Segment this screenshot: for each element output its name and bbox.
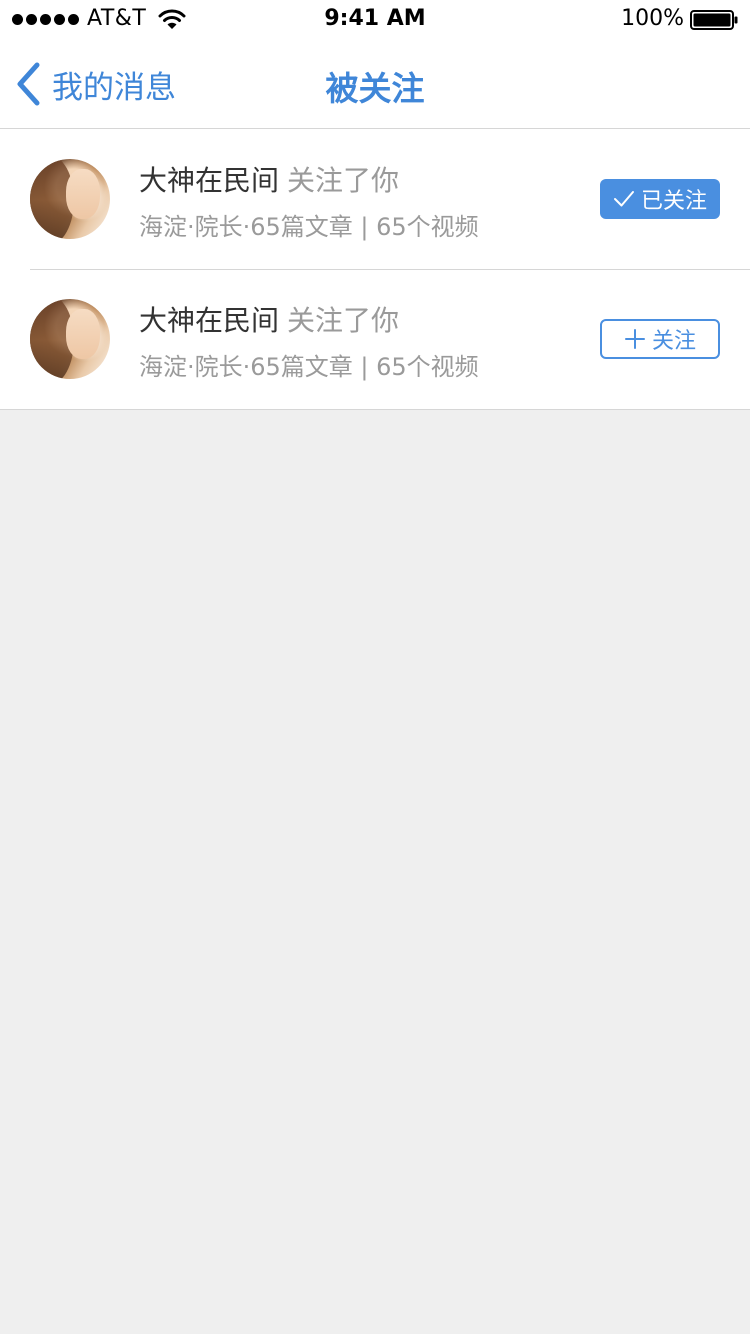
action-text: 关注了你	[287, 304, 400, 337]
user-name[interactable]: 大神在民间	[139, 304, 279, 337]
plus-icon	[624, 329, 645, 349]
user-meta: 海淀·院长·65篇文章 | 65个视频	[139, 353, 479, 381]
user-meta: 海淀·院长·65篇文章 | 65个视频	[139, 213, 479, 241]
user-name[interactable]: 大神在民间	[139, 164, 279, 197]
follow-button[interactable]: 关注	[600, 319, 720, 359]
navigation-bar: 我的消息 被关注	[0, 40, 750, 129]
avatar[interactable]	[30, 159, 110, 239]
followed-button-label: 已关注	[640, 189, 707, 214]
battery-percentage: 100%	[621, 6, 684, 31]
page-title: 被关注	[325, 69, 425, 108]
list-item[interactable]: 大神在民间 关注了你 海淀·院长·65篇文章 | 65个视频 关注	[0, 269, 750, 409]
battery-icon	[690, 10, 738, 30]
status-bar: AT&T 9:41 AM 100%	[0, 0, 750, 40]
follower-list: 大神在民间 关注了你 海淀·院长·65篇文章 | 65个视频 已关注 大神在民间关…	[0, 129, 750, 410]
list-item[interactable]: 大神在民间 关注了你 海淀·院长·65篇文章 | 65个视频 已关注	[0, 129, 750, 269]
avatar[interactable]	[30, 299, 110, 379]
followed-button[interactable]: 已关注	[600, 179, 720, 219]
user-line: 大神在民间 关注了你	[139, 159, 399, 199]
follow-button-label: 关注	[651, 329, 696, 354]
page: AT&T 9:41 AM 100% 我的消息 被关注 大神在民间 关注了你 海淀…	[0, 0, 750, 1334]
user-line: 大神在民间 关注了你	[139, 299, 399, 339]
action-text: 关注了你	[287, 164, 400, 197]
check-icon	[613, 191, 634, 207]
